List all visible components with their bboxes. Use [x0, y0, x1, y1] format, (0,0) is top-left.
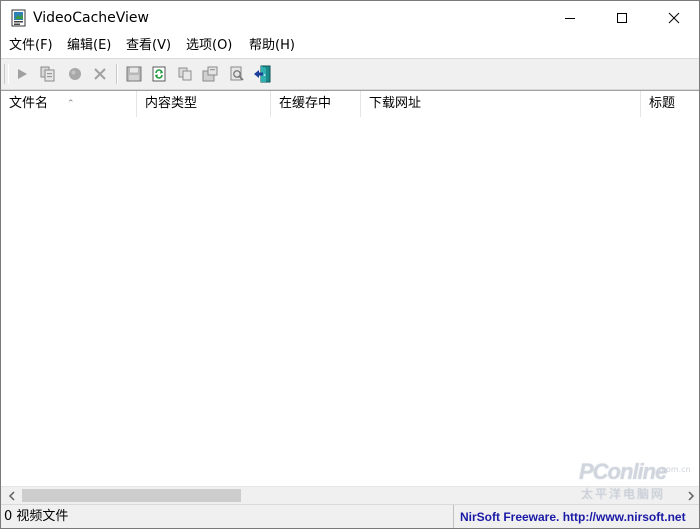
menu-options[interactable]: 选项(O) [186, 38, 232, 54]
column-label: 内容类型 [145, 96, 198, 111]
copy-files-button[interactable] [37, 64, 59, 84]
column-label: 标题 [649, 96, 676, 111]
maximize-icon [617, 13, 627, 23]
column-label: 文件名 [9, 96, 49, 111]
column-header-download-url[interactable]: 下载网址 [361, 91, 641, 117]
minimize-button[interactable] [547, 1, 593, 35]
copy-icon [178, 67, 192, 81]
properties-icon [202, 66, 218, 82]
app-window: VideoCacheView 文件(F) 编辑(E) 查看(V) 选项(O) 帮… [0, 0, 700, 529]
scroll-left-icon[interactable] [3, 487, 20, 504]
menu-file[interactable]: 文件(F) [9, 38, 53, 54]
list-header: 文件名 ⌃ 内容类型 在缓存中 下载网址 标题 [1, 91, 699, 117]
delete-icon [94, 68, 106, 80]
properties-button[interactable] [199, 64, 221, 84]
minimize-icon [565, 18, 575, 19]
scrollbar-thumb[interactable] [22, 489, 241, 502]
record-button[interactable] [64, 64, 86, 84]
status-video-count: 0 视频文件 [4, 509, 69, 524]
close-icon [668, 12, 680, 24]
toolbar-grip[interactable] [4, 64, 9, 84]
copy-files-icon [40, 66, 55, 82]
toolbar [1, 58, 699, 90]
window-title: VideoCacheView [33, 10, 149, 26]
record-icon [69, 68, 81, 80]
save-button[interactable] [123, 64, 145, 84]
delete-button[interactable] [89, 64, 111, 84]
column-label: 下载网址 [369, 96, 422, 111]
save-icon [126, 66, 142, 82]
column-header-title[interactable]: 标题 [641, 91, 699, 117]
scroll-right-icon[interactable] [682, 487, 699, 504]
column-header-in-cache[interactable]: 在缓存中 [271, 91, 361, 117]
play-icon [18, 69, 27, 79]
column-header-filename[interactable]: 文件名 ⌃ [1, 91, 137, 117]
column-header-content-type[interactable]: 内容类型 [137, 91, 271, 117]
refresh-button[interactable] [148, 64, 170, 84]
refresh-icon [152, 66, 166, 82]
app-icon [11, 9, 27, 27]
play-button[interactable] [11, 64, 33, 84]
menu-help[interactable]: 帮助(H) [249, 38, 295, 54]
sort-arrow-icon: ⌃ [67, 99, 75, 109]
horizontal-scrollbar[interactable] [1, 486, 699, 504]
find-icon [230, 66, 244, 81]
status-bar: 0 视频文件 NirSoft Freeware. http://www.nirs… [1, 504, 699, 528]
video-list[interactable]: 文件名 ⌃ 内容类型 在缓存中 下载网址 标题 [1, 90, 699, 487]
menu-view[interactable]: 查看(V) [126, 38, 171, 54]
copy-button[interactable] [174, 64, 196, 84]
nirsoft-link[interactable]: NirSoft Freeware. http://www.nirsoft.net [453, 505, 699, 528]
exit-button[interactable] [252, 64, 274, 84]
title-bar[interactable]: VideoCacheView [1, 1, 699, 35]
menu-edit[interactable]: 编辑(E) [67, 38, 111, 54]
exit-icon [254, 65, 271, 83]
maximize-button[interactable] [599, 1, 645, 35]
find-button[interactable] [226, 64, 248, 84]
toolbar-separator [116, 64, 118, 84]
menu-bar: 文件(F) 编辑(E) 查看(V) 选项(O) 帮助(H) [1, 35, 699, 57]
column-label: 在缓存中 [279, 96, 332, 111]
close-button[interactable] [651, 1, 697, 35]
